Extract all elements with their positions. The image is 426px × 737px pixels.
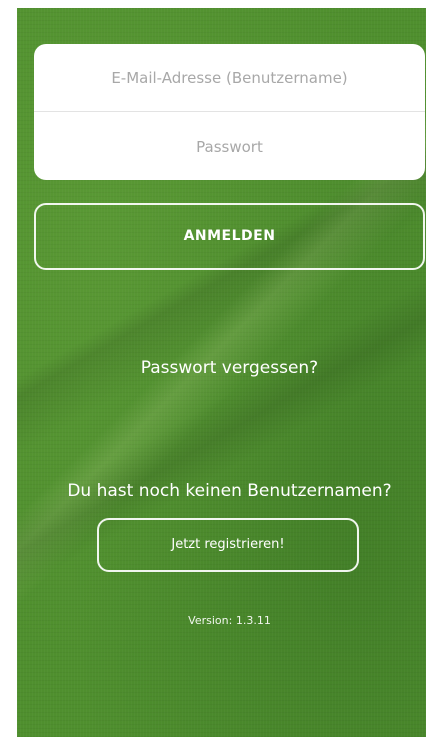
header-title-partial: —: [185, 8, 275, 12]
login-button[interactable]: ANMELDEN: [34, 203, 425, 270]
form-divider: [34, 111, 425, 112]
password-field[interactable]: [34, 113, 425, 180]
login-screen: — ANMELDEN Passwort vergessen? Du hast n…: [17, 8, 426, 737]
email-field[interactable]: [34, 44, 425, 111]
no-account-text: Du hast noch keinen Benutzernamen?: [67, 481, 392, 501]
register-button[interactable]: Jetzt registrieren!: [97, 518, 359, 572]
version-label: Version: 1.3.11: [188, 614, 271, 627]
login-form-card: [34, 44, 425, 180]
forgot-password-link[interactable]: Passwort vergessen?: [17, 358, 426, 378]
